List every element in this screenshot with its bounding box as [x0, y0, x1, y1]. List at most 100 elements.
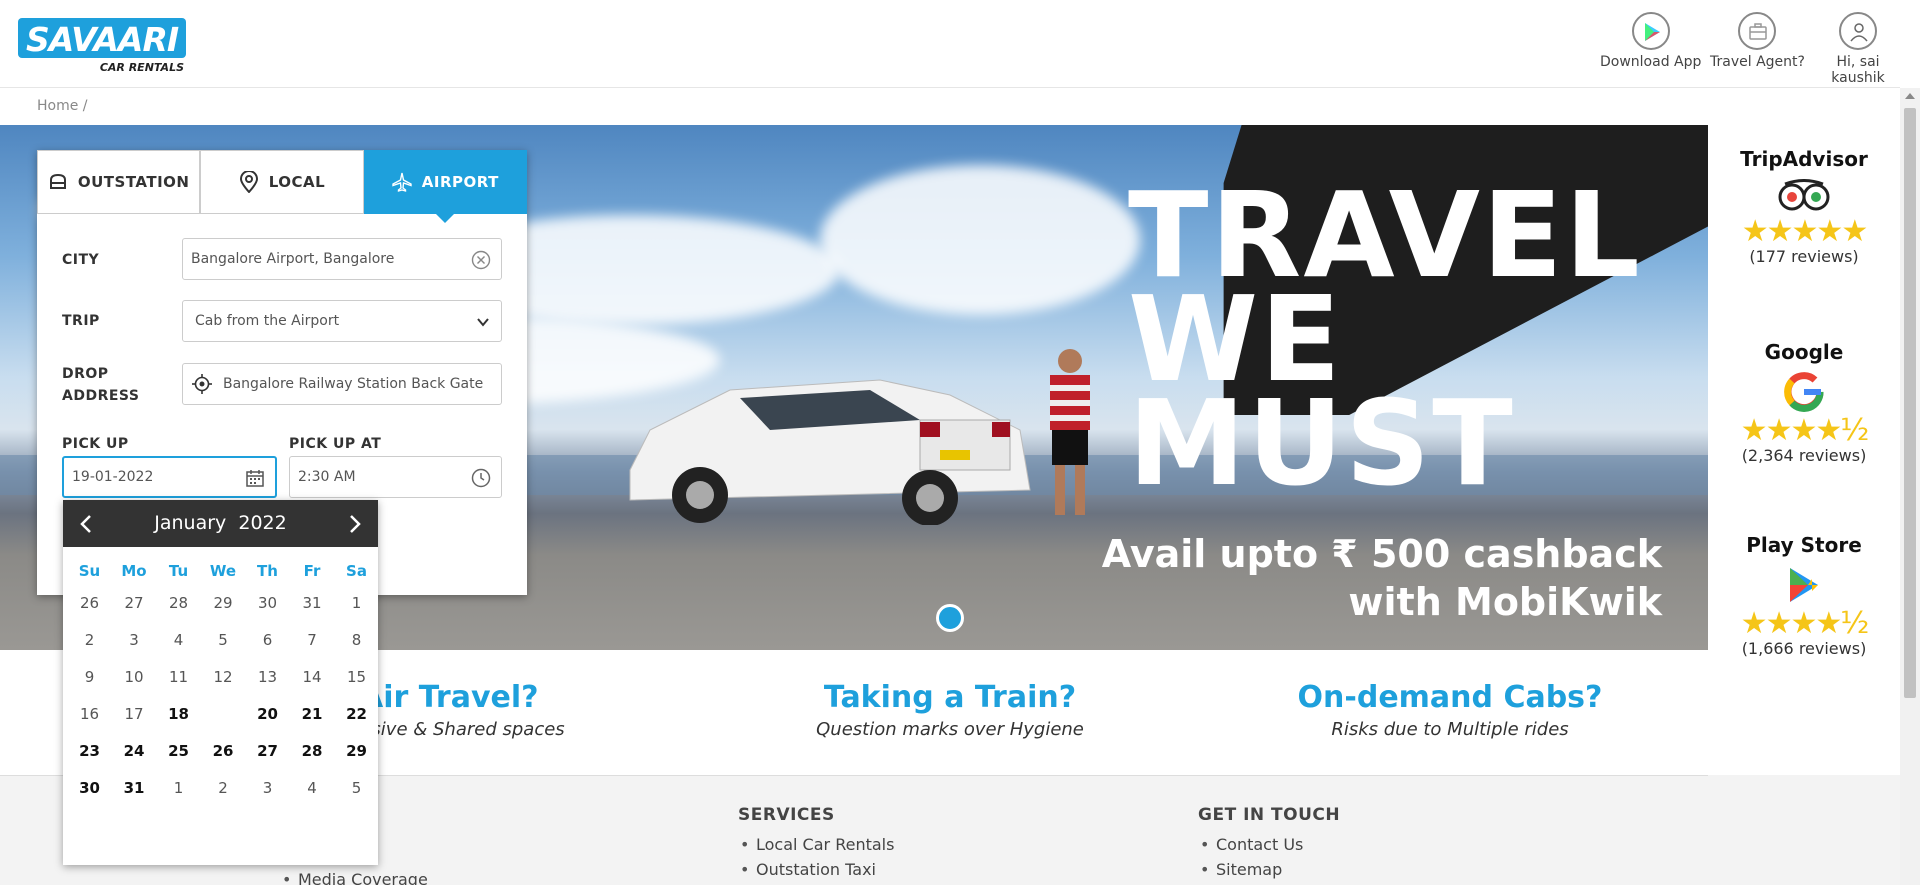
calendar-day[interactable]: 25 [156, 732, 201, 770]
drop-address-input[interactable]: Bangalore Railway Station Back Gate [182, 363, 502, 405]
weekday-header: Tu [168, 562, 189, 580]
calendar-day-number: 2 [218, 779, 228, 797]
weekday-header: Th [257, 562, 278, 580]
calendar-year[interactable]: 2022 [238, 512, 286, 534]
car-illustration [629, 379, 1031, 525]
footer-link[interactable]: Outstation Taxi [738, 860, 894, 879]
calendar-day[interactable]: 23 [67, 732, 112, 770]
pickup-time-value: 2:30 AM [298, 469, 356, 485]
calendar-day-number: 20 [257, 705, 278, 723]
calendar-day-number: 11 [168, 668, 189, 686]
footer-col-company: Media Coverage [280, 870, 428, 885]
logo-text: SAVAARI [26, 20, 179, 59]
slider-dot-active[interactable] [936, 604, 964, 632]
calendar-day-number: 5 [218, 631, 228, 649]
calendar-day[interactable]: 28 [290, 732, 335, 770]
pickup-time-input[interactable]: 2:30 AM [289, 456, 502, 498]
calendar-day: 7 [290, 621, 335, 659]
clear-icon[interactable] [471, 250, 491, 270]
calendar-day[interactable]: 21 [290, 695, 335, 733]
rating-playstore[interactable]: Play Store ★★★★½ (1,666 reviews) [1708, 533, 1900, 658]
calendar-day: 14 [290, 658, 335, 696]
calendar-day[interactable]: 29 [334, 732, 379, 770]
google-g-icon [1784, 372, 1824, 412]
calendar-day[interactable]: 24 [112, 732, 157, 770]
rating-stars: ★★★★½ [1740, 606, 1870, 641]
drop-label-line2: ADDRESS [62, 388, 140, 404]
page-scrollbar[interactable] [1900, 88, 1920, 885]
calendar-day[interactable]: 31 [112, 769, 157, 807]
calendar-day: 8 [334, 621, 379, 659]
chevron-down-icon [477, 318, 489, 327]
calendar-day: 5 [201, 621, 246, 659]
calendar-icon [246, 470, 264, 487]
pickup-time-label: PICK UP AT [289, 436, 382, 452]
pickup-date-input[interactable]: 19-01-2022 [62, 456, 277, 498]
locate-me-icon[interactable] [191, 373, 213, 395]
briefcase-icon [1738, 12, 1777, 50]
calendar-day[interactable]: 18 [156, 695, 201, 733]
calendar-day: 4 [156, 621, 201, 659]
download-app-button[interactable]: Download App [1600, 12, 1701, 70]
cashback-offer: Avail upto ₹ 500 cashback with MobiKwik [1042, 530, 1662, 626]
calendar-day-number: 18 [168, 705, 189, 723]
chevron-right-icon[interactable] [340, 509, 370, 539]
footer-link[interactable]: Sitemap [1198, 860, 1340, 879]
drop-label-line1: DROP [62, 366, 109, 382]
calendar-month[interactable]: January [154, 512, 226, 534]
user-menu-button[interactable]: Hi, sai kaushik [1816, 12, 1900, 86]
scroll-up-arrow[interactable] [1905, 93, 1915, 99]
feature-subtitle: nsive & Shared spaces [360, 719, 565, 740]
footer-link[interactable]: Local Car Rentals [738, 835, 894, 854]
calendar-day-number: 25 [168, 742, 189, 760]
calendar-day: 6 [245, 621, 290, 659]
breadcrumb[interactable]: Home / [37, 98, 88, 114]
feature-subtitle: Risks due to Multiple rides [1331, 719, 1569, 740]
travel-agent-button[interactable]: Travel Agent? [1710, 12, 1805, 70]
footer-link[interactable]: Contact Us [1198, 835, 1340, 854]
calendar-day-selected[interactable]: 19 [201, 695, 246, 733]
calendar-day[interactable]: 22 [334, 695, 379, 733]
rating-count: (2,364 reviews) [1741, 446, 1867, 465]
tab-local[interactable]: LOCAL [200, 150, 364, 214]
user-icon [1839, 12, 1877, 50]
calendar-day[interactable]: 27 [245, 732, 290, 770]
calendar-day-number: 29 [346, 742, 367, 760]
scroll-thumb[interactable] [1904, 108, 1916, 698]
user-greeting: Hi, sai kaushik [1831, 54, 1885, 86]
trip-select[interactable]: Cab from the Airport [182, 300, 502, 342]
footer-col-contact: GET IN TOUCH Contact Us Sitemap [1198, 805, 1340, 885]
calendar-day-number: 27 [257, 742, 278, 760]
tab-label: AIRPORT [421, 173, 499, 191]
calendar-day-number: 8 [351, 631, 362, 649]
calendar-day-number: 28 [168, 594, 189, 612]
rating-google[interactable]: Google ★★★★½ (2,364 reviews) [1708, 340, 1900, 465]
calendar-day[interactable]: 26 [201, 732, 246, 770]
rating-tripadvisor[interactable]: TripAdvisor ★★★★★ (177 reviews) [1708, 147, 1900, 266]
savaari-logo[interactable]: SAVAARI CAR RENTALS [18, 18, 186, 74]
calendar-day-number: 13 [257, 668, 278, 686]
calendar-day: 15 [334, 658, 379, 696]
calendar-day: 16 [67, 695, 112, 733]
tab-label: OUTSTATION [77, 173, 190, 191]
rating-stars: ★★★★½ [1740, 413, 1870, 448]
footer-link[interactable]: Media Coverage [280, 870, 428, 885]
calendar-day-number: 5 [351, 779, 362, 797]
date-picker-header: January 2022 [63, 500, 378, 547]
feature-title: On-demand Cabs? [1297, 680, 1603, 715]
weekday-header: Fr [303, 562, 321, 580]
trip-label: TRIP [62, 313, 100, 329]
clock-icon [471, 468, 491, 488]
calendar-day: 11 [156, 658, 201, 696]
city-input[interactable]: Bangalore Airport, Bangalore [182, 238, 502, 280]
calendar-day[interactable]: 20 [245, 695, 290, 733]
tab-outstation[interactable]: OUTSTATION [37, 150, 201, 214]
calendar-day-number: 4 [173, 631, 184, 649]
calendar-day: 5 [334, 769, 379, 807]
weekday-header: We [209, 562, 237, 580]
tab-airport[interactable]: AIRPORT [363, 150, 527, 223]
calendar-day[interactable]: 30 [67, 769, 112, 807]
calendar-day-number: 30 [257, 594, 278, 612]
calendar-day-number: 31 [302, 594, 322, 612]
calendar-day-number: 23 [79, 742, 100, 760]
